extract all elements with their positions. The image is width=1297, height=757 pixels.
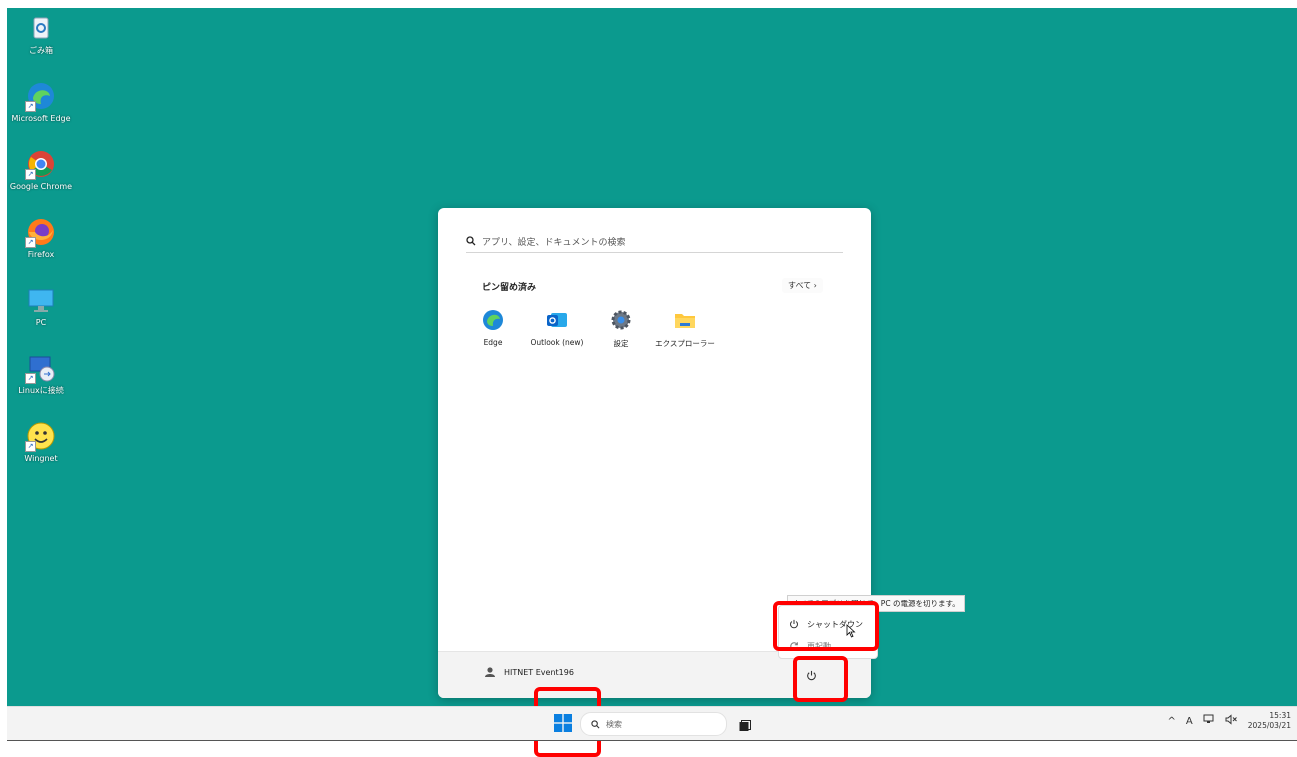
windows-logo-icon	[554, 714, 572, 732]
desktop-icon-label: Firefox	[27, 250, 55, 259]
pinned-app-explorer[interactable]: エクスプローラー	[655, 308, 715, 349]
outlook-icon	[545, 308, 569, 332]
pinned-app-outlook[interactable]: Outlook (new)	[527, 308, 587, 347]
desktop-icon-label: Linuxに接続	[18, 386, 64, 395]
desktop-icon-label: Microsoft Edge	[11, 114, 71, 123]
pinned-app-label: エクスプローラー	[655, 339, 715, 348]
edge-icon	[481, 308, 505, 332]
settings-icon	[609, 308, 633, 332]
system-tray: ^ A 15:31 2025/03/21	[1168, 711, 1291, 731]
smiley-icon: ↗	[25, 420, 57, 452]
user-name: HITNET Event196	[504, 667, 574, 677]
taskbar-search-placeholder: 検索	[606, 719, 622, 729]
tray-overflow-chevron[interactable]: ^	[1168, 716, 1176, 727]
chrome-icon: ↗	[25, 148, 57, 180]
remote-desktop-icon: ↗	[25, 352, 57, 384]
desktop-icon-label: Wingnet	[24, 454, 58, 463]
desktop-icon-firefox[interactable]: ↗ Firefox	[6, 216, 76, 260]
search-icon	[466, 236, 476, 246]
taskbar-search-box[interactable]: 検索	[580, 712, 727, 736]
pinned-app-settings[interactable]: 設定	[591, 308, 651, 349]
desktop-icon-pc[interactable]: PC	[6, 284, 76, 328]
desktop-icon-edge[interactable]: ↗ Microsoft Edge	[6, 80, 76, 124]
recycle-bin-icon	[25, 12, 57, 44]
user-icon	[485, 667, 495, 677]
desktop-icon-label: Google Chrome	[9, 182, 73, 191]
edge-icon: ↗	[25, 80, 57, 112]
start-button[interactable]	[554, 714, 572, 732]
task-view-icon	[739, 720, 751, 731]
desktop-icon-wingnet[interactable]: ↗ Wingnet	[6, 420, 76, 464]
folder-icon	[673, 308, 697, 332]
desktop-icon-label: PC	[35, 318, 47, 327]
desktop-icon-recycle-bin[interactable]: ごみ箱	[6, 12, 76, 56]
desktop-icon-linux-connect[interactable]: ↗ Linuxに接続	[6, 352, 76, 396]
pinned-app-label: 設定	[613, 339, 629, 348]
start-search-input[interactable]: アプリ、設定、ドキュメントの検索	[466, 230, 843, 253]
pinned-section-title: ピン留め済み	[482, 283, 537, 293]
clock[interactable]: 15:31 2025/03/21	[1248, 711, 1291, 731]
ime-indicator[interactable]: A	[1186, 716, 1193, 727]
pinned-app-label: Edge	[483, 338, 503, 347]
clock-date: 2025/03/21	[1247, 721, 1291, 730]
all-apps-button[interactable]: すべて ›	[782, 278, 823, 293]
pinned-app-label: Outlook (new)	[530, 338, 584, 347]
desktop-icon-label: ごみ箱	[29, 46, 53, 55]
start-search-placeholder: アプリ、設定、ドキュメントの検索	[482, 237, 626, 248]
volume-muted-icon[interactable]	[1225, 714, 1238, 728]
user-account-button[interactable]: HITNET Event196	[484, 666, 574, 678]
taskbar: 検索 ^ A 15:31 2025/03/21	[7, 706, 1297, 741]
firefox-icon: ↗	[25, 216, 57, 248]
task-view-button[interactable]	[739, 717, 751, 731]
desktop-icon-chrome[interactable]: ↗ Google Chrome	[6, 148, 76, 192]
clock-time: 15:31	[1269, 711, 1291, 720]
search-icon	[591, 719, 600, 728]
highlight-box-power-button	[793, 656, 848, 702]
pc-icon	[25, 284, 57, 316]
highlight-box-shutdown	[773, 601, 879, 651]
pinned-app-edge[interactable]: Edge	[463, 308, 523, 347]
network-icon[interactable]	[1203, 714, 1215, 728]
